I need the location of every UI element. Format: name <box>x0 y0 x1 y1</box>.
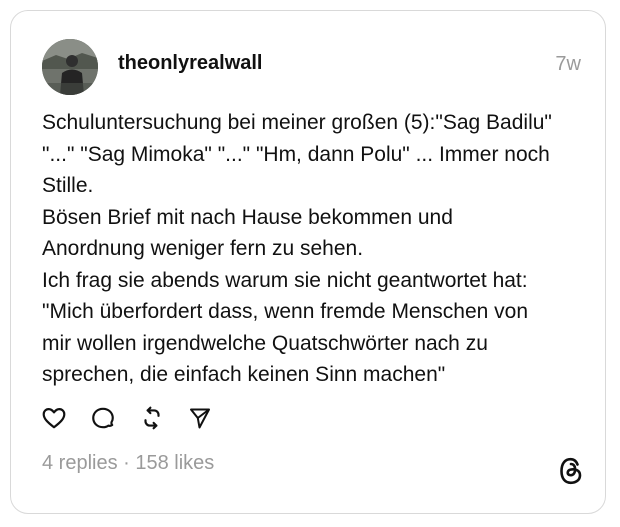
repost-arrows-icon <box>144 406 160 430</box>
like-button[interactable] <box>41 405 67 431</box>
threads-logo-icon[interactable] <box>557 456 585 486</box>
post-line: "Mich überfordert dass, wenn fremde Mens… <box>42 300 529 323</box>
post-line: "..." "Sag Mimoka" "..." "Hm, dann Polu"… <box>42 142 550 166</box>
post-line: Ich frag sie abends warum sie nicht gean… <box>42 268 528 292</box>
post-line: Bösen Brief mit nach Hause bekommen und <box>42 205 453 229</box>
post-card: theonlyrealwall 7w Schuluntersuchung bei… <box>10 10 606 514</box>
post-line: Anordnung weniger fern zu sehen. <box>42 237 364 260</box>
post-line: sprechen, die einfach keinen Sinn machen… <box>42 363 446 386</box>
share-button[interactable] <box>187 405 213 431</box>
post-line: Schuluntersuchung bei meiner großen (5):… <box>42 111 552 134</box>
engagement-stats[interactable]: 4 replies · 158 likes <box>42 452 214 475</box>
post-line: Stille. <box>42 174 94 197</box>
avatar[interactable] <box>42 39 98 95</box>
post-line: mir wollen irgendwelche Quatschwörter na… <box>42 331 488 355</box>
reply-button[interactable] <box>90 405 116 431</box>
post-text: Schuluntersuchung bei meiner großen (5):… <box>42 107 598 391</box>
username[interactable]: theonlyrealwall <box>118 52 263 75</box>
comment-bubble-icon <box>92 407 114 429</box>
heart-icon <box>42 408 66 429</box>
repost-button[interactable] <box>139 405 165 431</box>
post-time: 7w <box>555 53 581 75</box>
send-icon <box>190 408 210 429</box>
